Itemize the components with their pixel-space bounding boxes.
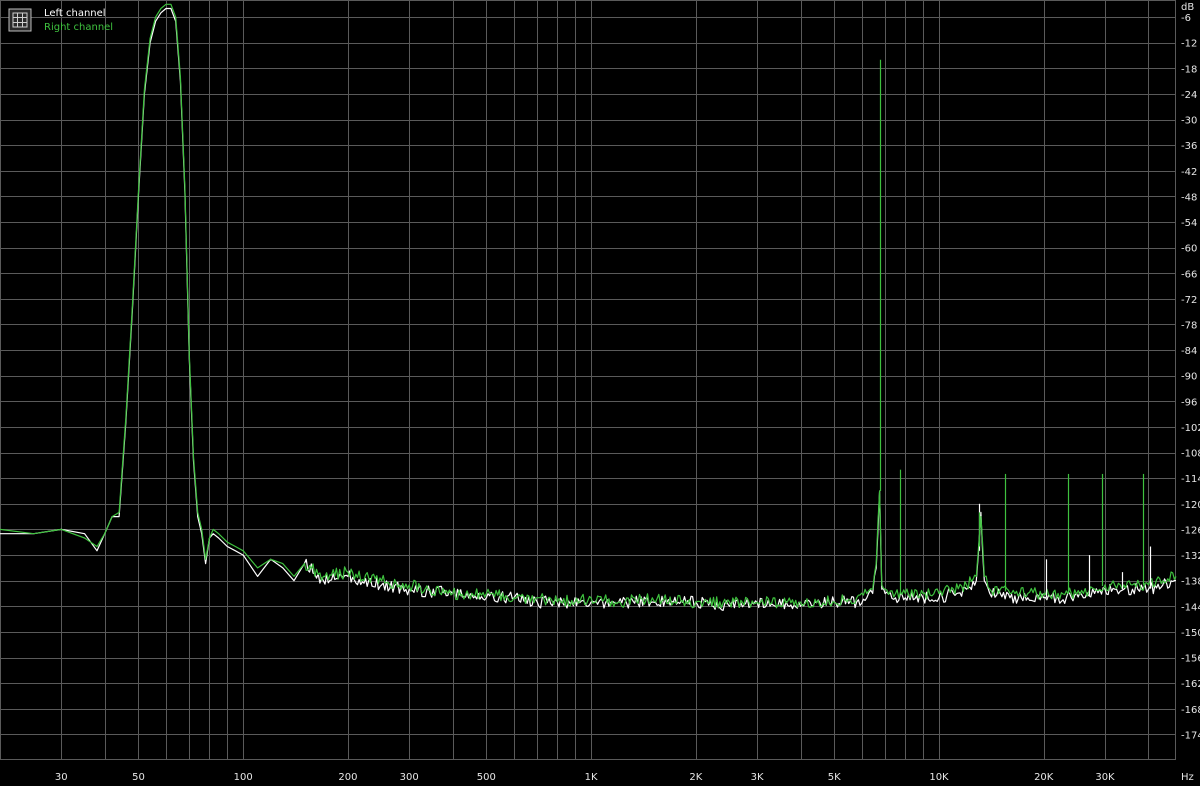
y-tick-label: -174 xyxy=(1181,730,1200,741)
x-axis-unit-label: Hz xyxy=(1181,772,1194,783)
grid-lines xyxy=(0,0,1176,760)
y-tick-label: -54 xyxy=(1181,218,1197,229)
y-tick-label: -102 xyxy=(1181,423,1200,434)
spectrum-chart: dB -6 -12 -18 -24 -30 -36 -42 -48 -54 -60 -66 -72 -7… xyxy=(0,0,1200,783)
y-axis: dB -6 -12 -18 -24 -30 -36 -42 -48 -54 -60 -66 -72 -7… xyxy=(1181,2,1200,741)
x-tick-label: 10K xyxy=(929,772,949,783)
x-axis: Hz 30 50 100 200 300 500 1K 2K 3K 5K 10K 20K 30K xyxy=(55,772,1194,783)
y-tick-label: -108 xyxy=(1181,449,1200,460)
x-tick-label: 30K xyxy=(1095,772,1115,783)
legend-left-channel: Left channel xyxy=(44,8,106,19)
x-tick-label: 300 xyxy=(400,772,419,783)
x-tick-label: 1K xyxy=(585,772,598,783)
y-tick-label: -132 xyxy=(1181,551,1200,562)
y-tick-label: -12 xyxy=(1181,39,1197,50)
y-tick-label: -120 xyxy=(1181,500,1200,511)
y-tick-label: -126 xyxy=(1181,525,1200,536)
y-tick-label: -66 xyxy=(1181,269,1197,280)
y-tick-label: -168 xyxy=(1181,705,1200,716)
x-tick-label: 500 xyxy=(477,772,496,783)
y-tick-label: -48 xyxy=(1181,192,1197,203)
y-tick-label: -30 xyxy=(1181,116,1197,127)
series-line-left xyxy=(0,7,1177,611)
y-tick-label: -84 xyxy=(1181,346,1197,357)
y-tick-label: -150 xyxy=(1181,628,1200,639)
y-axis-unit-label: dB xyxy=(1181,2,1194,13)
y-tick-label: -162 xyxy=(1181,679,1200,690)
x-tick-label: 50 xyxy=(132,772,145,783)
y-tick-label: -156 xyxy=(1181,654,1200,665)
plot-frame xyxy=(0,0,1176,760)
legend-icon[interactable] xyxy=(8,8,32,32)
y-tick-label: -114 xyxy=(1181,474,1200,485)
x-tick-label: 20K xyxy=(1034,772,1054,783)
y-tick-label: -72 xyxy=(1181,295,1197,306)
x-tick-label: 100 xyxy=(234,772,253,783)
y-tick-label: -42 xyxy=(1181,167,1197,178)
x-tick-label: 2K xyxy=(689,772,702,783)
traces xyxy=(0,3,1177,611)
x-tick-label: 5K xyxy=(828,772,841,783)
y-tick-label: -144 xyxy=(1181,602,1200,613)
y-tick-label: -60 xyxy=(1181,244,1197,255)
y-tick-label: -36 xyxy=(1181,141,1197,152)
legend-right-channel: Right channel xyxy=(44,22,113,33)
y-tick-label: -24 xyxy=(1181,90,1197,101)
y-tick-label: -78 xyxy=(1181,320,1197,331)
y-tick-label: -6 xyxy=(1181,13,1191,24)
y-tick-label: -18 xyxy=(1181,64,1197,75)
y-tick-label: -90 xyxy=(1181,372,1197,383)
x-tick-label: 3K xyxy=(751,772,764,783)
y-tick-label: -96 xyxy=(1181,397,1197,408)
y-tick-label: -138 xyxy=(1181,577,1200,588)
x-tick-label: 30 xyxy=(55,772,68,783)
x-tick-label: 200 xyxy=(338,772,357,783)
